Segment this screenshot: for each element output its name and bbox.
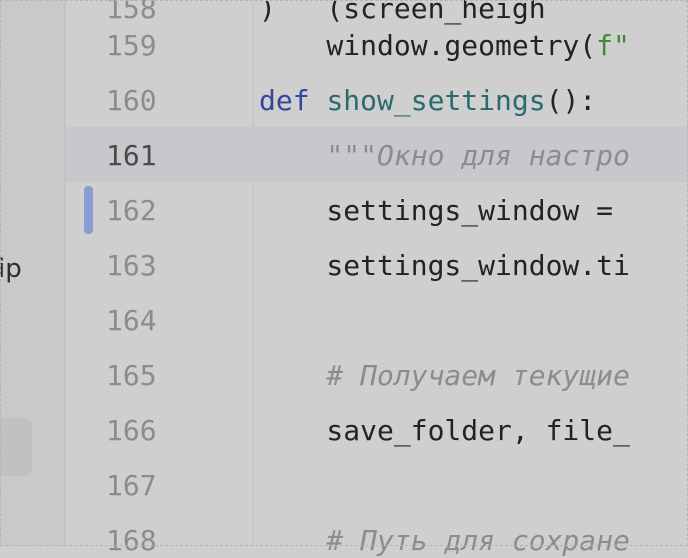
code-function-name: show_settings [326, 84, 546, 117]
code-line-docstring[interactable]: """Окно для настро [259, 139, 629, 173]
line-number: 159 [106, 29, 157, 62]
line-number: 166 [106, 414, 157, 447]
line-number-current: 161 [106, 139, 157, 172]
code-text: (): [545, 84, 597, 117]
project-panel: ip [0, 0, 66, 546]
line-number: 168 [106, 524, 157, 557]
code-line[interactable]: settings_window.ti [259, 249, 629, 283]
line-number: 162 [106, 194, 157, 227]
code-string: f" [596, 29, 630, 62]
line-number: 158 [106, 0, 157, 25]
code-line-comment[interactable]: # Получаем текущие [259, 359, 629, 393]
project-panel-button[interactable] [0, 418, 32, 476]
line-number: 160 [106, 84, 157, 117]
code-line[interactable]: window.geometry(f" [259, 29, 630, 63]
code-line[interactable]: settings_window = [259, 194, 630, 228]
code-line[interactable]: ) (screen_heigh [259, 0, 546, 26]
code-line[interactable]: save_folder, file_ [259, 414, 629, 448]
line-number: 165 [106, 359, 157, 392]
line-number: 164 [106, 304, 157, 337]
code-line[interactable]: def show_settings(): [259, 84, 596, 118]
line-number: 163 [106, 249, 157, 282]
code-keyword: def [259, 84, 310, 117]
line-number: 167 [106, 469, 157, 502]
vcs-change-marker[interactable] [84, 186, 93, 234]
code-line-comment[interactable]: # Путь для сохране [259, 524, 629, 558]
project-panel-item-label[interactable]: ip [0, 252, 22, 286]
code-text: window.geometry( [259, 29, 597, 62]
